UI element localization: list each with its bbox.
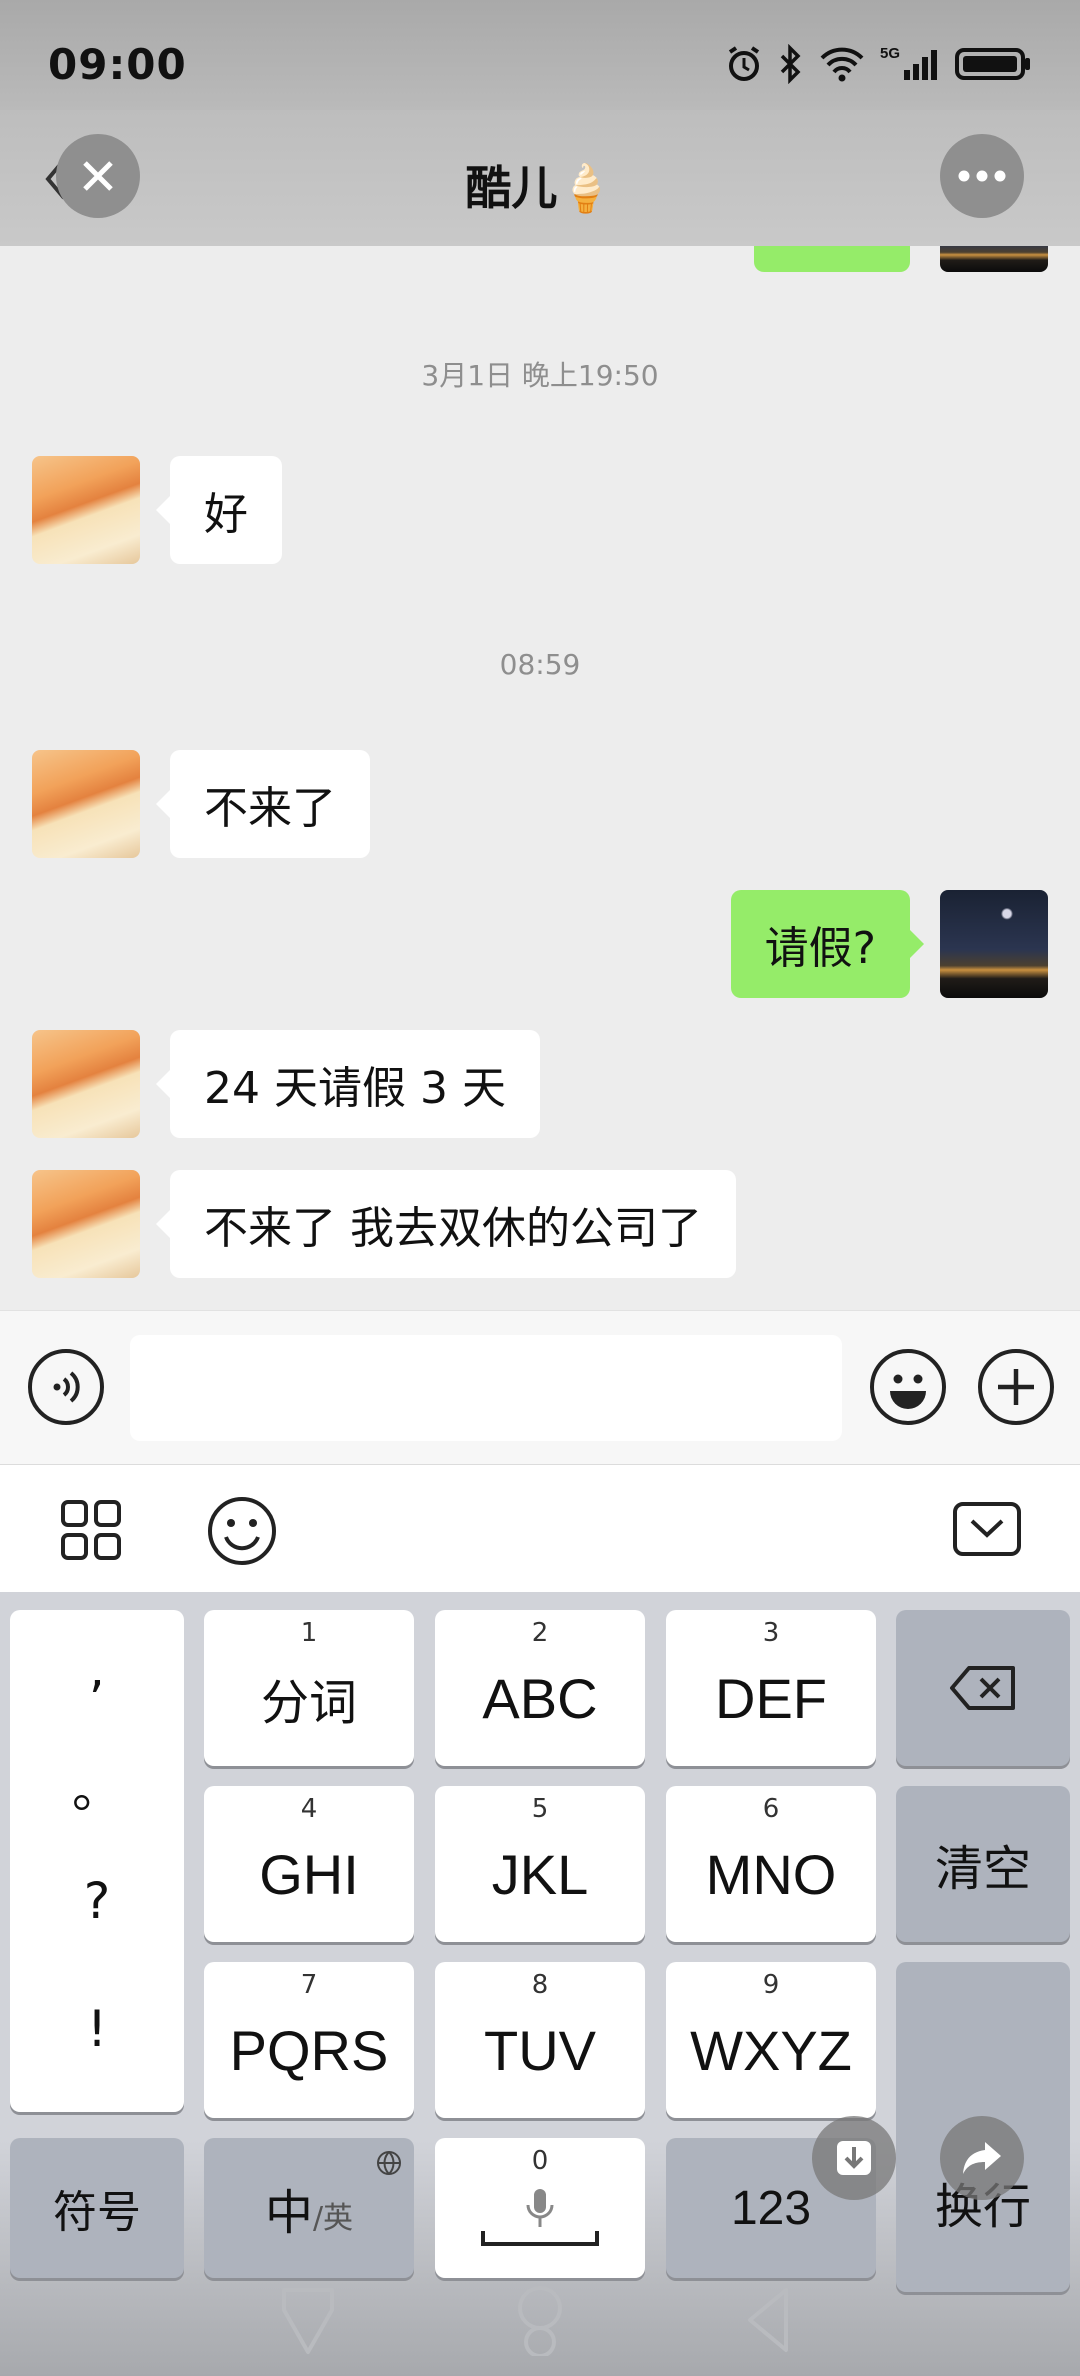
close-button[interactable] (56, 134, 140, 218)
punctuation-column[interactable]: , 。 ? ! (10, 1610, 184, 2112)
key-1[interactable]: 1 分词 (204, 1610, 414, 1766)
received-message[interactable]: 好 (156, 456, 282, 564)
keyboard-emoji-icon[interactable] (206, 1495, 278, 1567)
punct-period[interactable]: 。 (10, 1750, 184, 1822)
nav-menu-icon[interactable] (280, 2286, 336, 2356)
language-switch-key[interactable]: 中 /英 (204, 2138, 414, 2278)
more-functions-button[interactable] (978, 1349, 1054, 1425)
t9-keyboard: , 。 ? ! 1 分词 2 ABC 3 DEF 4 GHI 5 JKL 6 M… (0, 1592, 1080, 2376)
key-8[interactable]: 8 TUV (435, 1962, 645, 2118)
my-avatar[interactable] (940, 246, 1048, 272)
symbol-key[interactable]: 符号 (10, 2138, 184, 2278)
download-button[interactable] (812, 2116, 896, 2200)
partial-sent-bubble (754, 246, 910, 272)
download-icon (837, 2141, 871, 2175)
space-key[interactable]: 0 (435, 2138, 645, 2278)
nav-home-icon[interactable] (510, 2286, 570, 2356)
received-message[interactable]: 24 天请假 3 天 (156, 1030, 540, 1138)
nav-back-icon[interactable] (742, 2286, 798, 2356)
svg-text:5G: 5G (880, 45, 900, 62)
punct-exclaim[interactable]: ! (10, 2000, 184, 2058)
battery-icon (955, 48, 1030, 80)
system-nav-bar (0, 2280, 1080, 2376)
key-4[interactable]: 4 GHI (204, 1786, 414, 1942)
sent-message[interactable]: 请假? (730, 890, 925, 998)
contact-avatar[interactable] (32, 750, 140, 858)
alarm-icon (728, 46, 760, 81)
key-3[interactable]: 3 DEF (666, 1610, 876, 1766)
status-icons: 5G (724, 44, 1032, 84)
grid-menu-icon[interactable] (60, 1499, 122, 1561)
key-2[interactable]: 2 ABC (435, 1610, 645, 1766)
received-message[interactable]: 不来了 我去双休的公司了 (156, 1170, 736, 1278)
chat-title: 酷儿🍦 (465, 161, 615, 215)
my-avatar[interactable] (940, 890, 1048, 998)
contact-avatar[interactable] (32, 1030, 140, 1138)
plus-icon (998, 1369, 1034, 1405)
emoji-icon (890, 1374, 926, 1409)
more-options-button[interactable] (940, 134, 1024, 218)
chat-messages[interactable]: 3月1日 晚上19:50 好 08:59 不来了 请假? 24 天请假 3 天 … (0, 246, 1080, 1310)
space-bar-icon (481, 2231, 599, 2246)
clear-key[interactable]: 清空 (896, 1786, 1070, 1942)
wifi-icon (820, 47, 864, 82)
keyboard-toolbar (0, 1464, 1080, 1592)
punct-comma[interactable]: , (10, 1640, 184, 1698)
key-5[interactable]: 5 JKL (435, 1786, 645, 1942)
key-6[interactable]: 6 MNO (666, 1786, 876, 1942)
backspace-key[interactable] (896, 1610, 1070, 1766)
timestamp: 3月1日 晚上19:50 (421, 359, 659, 392)
input-bar (0, 1310, 1080, 1464)
voice-icon (53, 1371, 80, 1403)
share-arrow-icon (963, 2142, 1001, 2174)
more-dots-icon (958, 170, 1006, 182)
key-7[interactable]: 7 PQRS (204, 1962, 414, 2118)
emoji-button[interactable] (870, 1349, 946, 1425)
message-input[interactable] (130, 1335, 842, 1441)
close-icon (83, 161, 113, 191)
share-button[interactable] (940, 2116, 1024, 2200)
key-9[interactable]: 9 WXYZ (666, 1962, 876, 2118)
timestamp: 08:59 (499, 648, 581, 681)
received-message[interactable]: 不来了 (156, 750, 370, 858)
bluetooth-icon (780, 44, 801, 84)
contact-avatar[interactable] (32, 1170, 140, 1278)
signal-5g-icon: 5G (880, 45, 937, 80)
status-time: 09:00 (48, 40, 187, 89)
chat-header: 酷儿🍦 (0, 110, 1080, 246)
hide-keyboard-icon[interactable] (952, 1501, 1022, 1557)
globe-icon (377, 2151, 401, 2175)
voice-input-button[interactable] (28, 1349, 104, 1425)
backspace-icon (950, 1666, 1015, 1710)
punct-question[interactable]: ? (10, 1872, 184, 1930)
contact-avatar[interactable] (32, 456, 140, 564)
microphone-icon (526, 2189, 554, 2227)
